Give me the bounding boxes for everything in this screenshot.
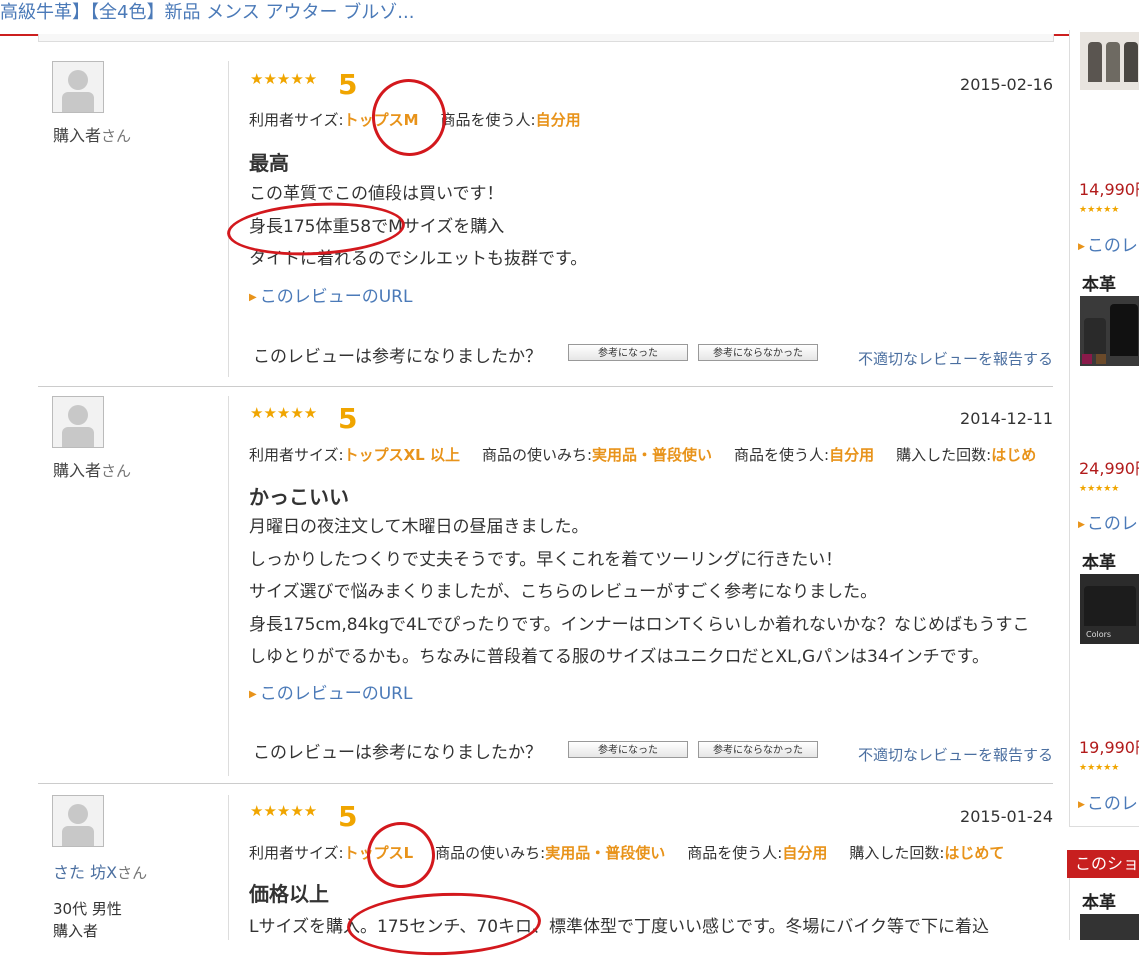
product-review-link[interactable]: ▶ このレ [1078,509,1138,534]
product-title[interactable]: 高級牛革】【全4色】新品 メンス アウター ブルゾ... [0,0,414,24]
product-review-link[interactable]: ▶ このレ [1078,789,1138,814]
review-item: 購入者さん ★★★★★ 5 2014-12-11 利用者サイズ:トップスXL 以… [38,387,1053,784]
review-item: 購入者さん ★★★★★ 5 2015-02-16 利用者サイズ:トップスM 商品を… [38,41,1053,387]
product-thumbnail[interactable]: 本革 [1080,274,1139,366]
divider [228,795,229,940]
product-badge: 本革 [1080,552,1139,574]
rating-score: 5 [338,68,358,101]
review-title: 価格以上 [249,882,329,906]
review-date: 2014-12-11 [960,409,1053,428]
product-price: 14,990円 [1079,180,1139,199]
report-link[interactable]: 不適切なレビューを報告する [858,744,1053,765]
review-meta: 利用者サイズ:トップスXL 以上 商品の使いみち:実用品・普段使い 商品を使う人:自… [249,446,1037,464]
product-stars: ★★★★★ [1079,484,1120,494]
avatar [52,61,104,113]
review-url-link[interactable]: ▶ このレビューのURL [249,679,412,704]
helpful-question: このレビューは参考になりましたか？ [253,347,542,367]
rating-stars: ★★★★★ [250,70,318,88]
review-title: 最高 [249,151,289,175]
product-price: 24,990円 [1079,459,1139,478]
review-date: 2015-01-24 [960,807,1053,826]
review-title: かっこいい [249,485,349,509]
report-link[interactable]: 不適切なレビューを報告する [858,348,1053,369]
review-item: さた 坊Xさん 30代 男性 購入者 ★★★★★ 5 2015-01-24 利用… [38,784,1053,940]
divider [228,61,229,377]
rating-score: 5 [338,402,358,435]
triangle-right-icon: ▶ [249,292,257,303]
product-stars: ★★★★★ [1079,763,1120,773]
product-thumbnail[interactable]: 本革 [1080,892,1139,940]
rating-stars: ★★★★★ [250,802,318,820]
avatar [52,795,104,847]
divider [228,396,229,776]
triangle-right-icon: ▶ [1078,520,1085,530]
rating-stars: ★★★★★ [250,404,318,422]
triangle-right-icon: ▶ [1078,800,1085,810]
shop-products-rail: 本革 [1069,878,1139,940]
helpful-question: このレビューは参考になりましたか？ [253,743,542,763]
review-date: 2015-02-16 [960,75,1053,94]
triangle-right-icon: ▶ [249,689,257,700]
product-badge: 本革 [1080,892,1139,914]
reviewer-name: 購入者さん [53,126,132,145]
product-stars: ★★★★★ [1079,205,1120,215]
rating-score: 5 [338,800,358,833]
review-body: 月曜日の夜注文して木曜日の昼届きました。 しっかりしたつくりで丈夫そうです。早く… [249,517,1030,667]
helpful-yes-button[interactable]: 参考になった [568,741,688,758]
triangle-right-icon: ▶ [1078,242,1085,252]
helpful-no-button[interactable]: 参考にならなかった [698,344,818,361]
product-thumbnail[interactable] [1080,32,1139,90]
product-price: 19,990円 [1079,738,1139,757]
reviewer-info: 30代 男性 購入者 [53,900,122,940]
related-products-rail: 14,990円 ★★★★★ ▶このレ 本革 24,990円 ★★★★★ ▶このレ… [1069,30,1139,827]
product-thumbnail[interactable]: 本革 Colors [1080,552,1139,644]
shop-section-header: このショ [1067,850,1139,878]
review-meta: 利用者サイズ:トップスL 商品の使いみち:実用品・普段使い 商品を使う人:自分用 購入… [249,844,1005,862]
product-badge: 本革 [1080,274,1139,296]
product-review-link[interactable]: ▶ このレ [1078,231,1138,256]
reviewer-name: 購入者さん [53,461,132,480]
review-url-link[interactable]: ▶ このレビューのURL [249,282,412,307]
colors-label: Colors [1086,630,1112,639]
helpful-no-button[interactable]: 参考にならなかった [698,741,818,758]
helpful-yes-button[interactable]: 参考になった [568,344,688,361]
reviewer-name[interactable]: さた 坊Xさん [53,859,147,883]
product-title-bar: 高級牛革】【全4色】新品 メンス アウター ブルゾ... [0,0,1139,36]
avatar [52,396,104,448]
